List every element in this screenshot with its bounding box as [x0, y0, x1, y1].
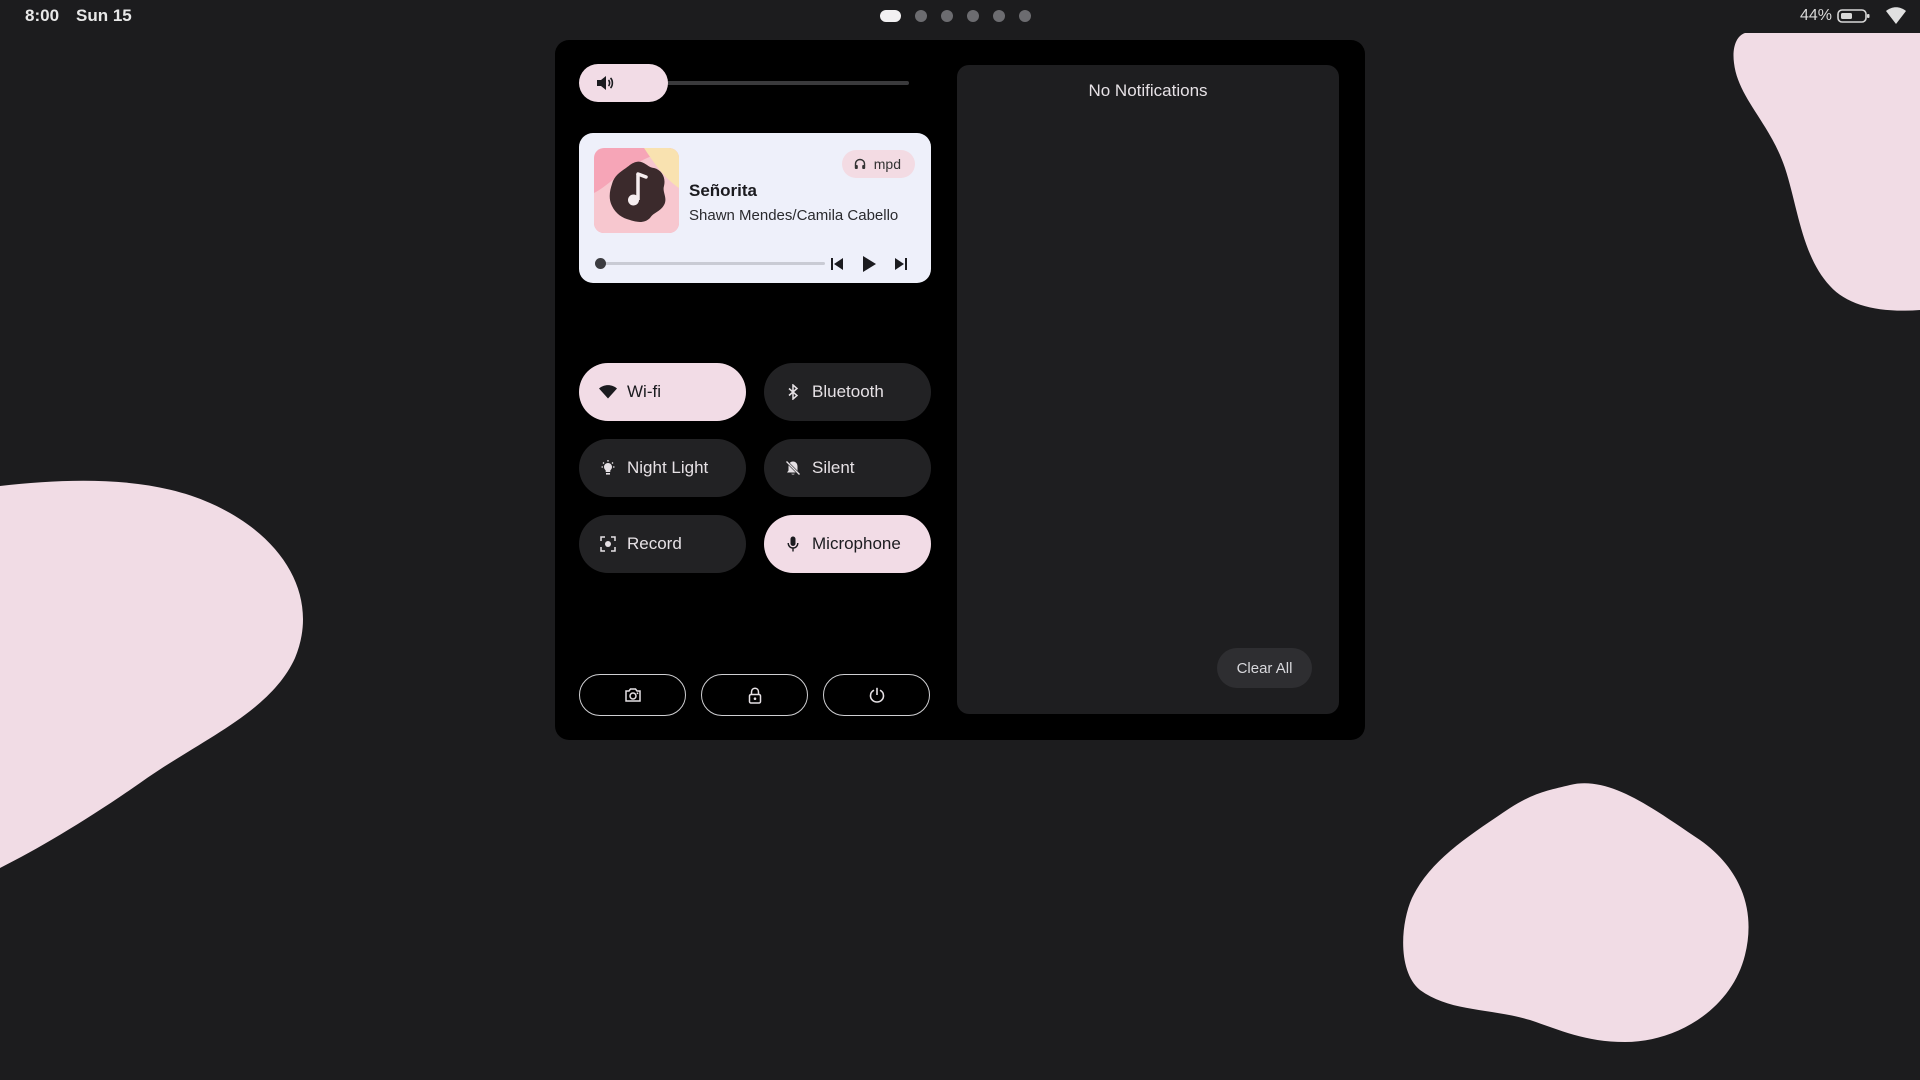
- quick-settings-panel: mpd Señorita Shawn Mendes/Camila Cabello: [555, 40, 1365, 740]
- progress-track[interactable]: [595, 262, 825, 265]
- notification-center: No Notifications Clear All: [957, 65, 1339, 714]
- media-player-card: mpd Señorita Shawn Mendes/Camila Cabello: [579, 133, 931, 283]
- toggle-record[interactable]: Record: [579, 515, 746, 573]
- volume-icon: [597, 76, 614, 90]
- player-chip[interactable]: mpd: [841, 150, 915, 178]
- workspace-indicator: [880, 9, 1031, 23]
- workspace-4[interactable]: [967, 10, 979, 22]
- progress-handle[interactable]: [595, 258, 606, 269]
- play-button[interactable]: [856, 251, 882, 277]
- lock-icon: [748, 686, 761, 704]
- toggle-label: Record: [627, 534, 682, 553]
- power-button[interactable]: [823, 674, 930, 716]
- screen-record-icon: [600, 536, 616, 552]
- lock-button[interactable]: [701, 674, 808, 716]
- clear-all-button[interactable]: Clear All: [1217, 648, 1312, 688]
- status-bar: 8:00 Sun 15 44%: [0, 0, 1920, 32]
- toggle-silent[interactable]: Silent: [764, 439, 931, 497]
- date: Sun 15: [76, 6, 132, 25]
- microphone-icon: [787, 536, 799, 552]
- toggle-microphone[interactable]: Microphone: [764, 515, 931, 573]
- battery-percent: 44%: [1800, 7, 1833, 24]
- workspace-2[interactable]: [915, 10, 927, 22]
- workspace-1[interactable]: [880, 10, 901, 22]
- media-progress-slider[interactable]: [595, 253, 825, 273]
- next-icon: [895, 258, 907, 270]
- wallpaper-blob-left: [0, 480, 304, 868]
- toggle-wifi[interactable]: Wi-fi: [579, 363, 746, 421]
- workspace-3[interactable]: [941, 10, 953, 22]
- toggle-label: Wi-fi: [627, 382, 661, 401]
- toggle-label: Night Light: [627, 458, 709, 477]
- bluetooth-icon: [788, 384, 799, 400]
- headphones-icon: [854, 158, 865, 169]
- play-icon: [863, 256, 876, 272]
- power-icon: [869, 687, 884, 703]
- song-artist: Shawn Mendes/Camila Cabello: [689, 207, 899, 224]
- toggle-bluetooth[interactable]: Bluetooth: [764, 363, 931, 421]
- previous-icon: [831, 258, 843, 270]
- workspace-6[interactable]: [1019, 10, 1031, 22]
- screenshot-button[interactable]: [579, 674, 686, 716]
- song-title: Señorita: [689, 181, 758, 200]
- volume-slider[interactable]: [579, 64, 911, 102]
- no-notifications-label: No Notifications: [1088, 81, 1208, 100]
- wifi-icon: [599, 385, 617, 399]
- toggle-night-light[interactable]: Night Light: [579, 439, 746, 497]
- battery-icon: [1837, 9, 1870, 23]
- toggle-label: Bluetooth: [812, 382, 884, 401]
- night-light-icon: [601, 460, 615, 475]
- wallpaper-blob-top-right: [1733, 33, 1920, 311]
- workspace-5[interactable]: [993, 10, 1005, 22]
- volume-track[interactable]: [649, 81, 909, 85]
- player-name: mpd: [873, 156, 901, 172]
- album-art: [594, 148, 679, 233]
- toggle-label: Silent: [812, 458, 855, 477]
- bell-off-icon: [785, 460, 801, 476]
- toggle-label: Microphone: [812, 534, 901, 553]
- wifi-icon: [1886, 7, 1906, 24]
- clock: 8:00: [25, 6, 60, 25]
- next-button[interactable]: [888, 251, 914, 277]
- previous-button[interactable]: [824, 251, 850, 277]
- volume-handle[interactable]: [579, 64, 668, 102]
- wallpaper-blob-bottom-right: [1403, 783, 1749, 1042]
- screenshot-icon: [624, 688, 641, 702]
